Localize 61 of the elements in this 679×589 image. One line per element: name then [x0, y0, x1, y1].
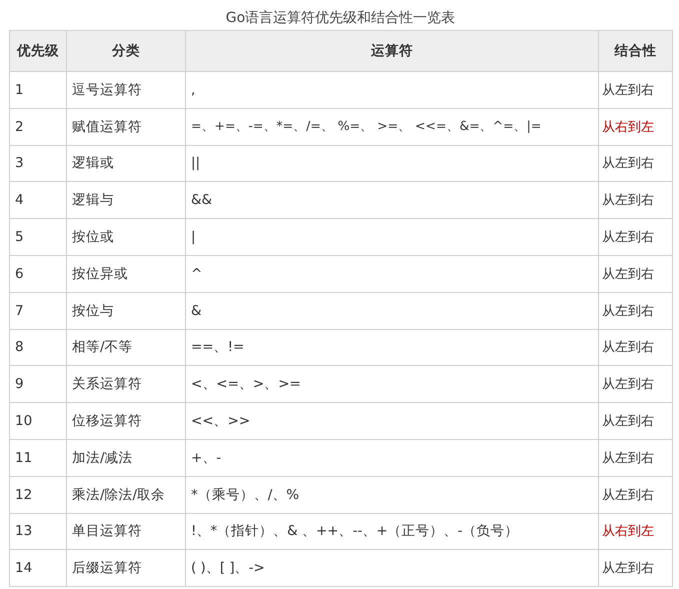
table-cell: 按位或 [66, 218, 186, 256]
column-header: 运算符 [186, 30, 598, 72]
table-cell: 乘法/除法/取余 [66, 476, 186, 514]
table-cell: && [186, 182, 598, 219]
table-cell: ^ [186, 255, 598, 292]
table-cell: ==、!= [186, 329, 598, 366]
table-cell: 位移运算符 [66, 402, 186, 440]
table-cell: 从左到右 [598, 439, 672, 476]
table-cell: , [186, 72, 598, 108]
table-cell: | [186, 218, 598, 256]
table-cell: 按位异或 [66, 255, 186, 292]
table-cell: 3 [10, 145, 66, 182]
table-cell: 从左到右 [598, 182, 672, 219]
table-cell: 从左到右 [598, 255, 672, 292]
table-cell: 逻辑与 [66, 182, 186, 219]
table-cell: 14 [10, 550, 66, 587]
table-cell: =、+=、-=、*=、/=、 %=、 >=、 <<=、&=、^=、|= [186, 108, 598, 146]
column-header: 优先级 [10, 30, 66, 72]
table-cell: 关系运算符 [66, 366, 186, 403]
table-cell: 逗号运算符 [66, 72, 186, 108]
table-cell: 5 [10, 218, 66, 256]
table-cell: 4 [10, 182, 66, 219]
table-cell: 13 [10, 513, 66, 550]
table-cell: +、- [186, 439, 598, 476]
table-cell: 10 [10, 402, 66, 440]
table-cell: 8 [10, 329, 66, 366]
table-cell: 11 [10, 439, 66, 476]
table-cell: 12 [10, 476, 66, 514]
table-cell: 从左到右 [598, 550, 672, 587]
table-cell: 从左到右 [598, 145, 672, 182]
table-cell: *（乘号）、/、% [186, 476, 598, 514]
table-cell: 相等/不等 [66, 329, 186, 366]
table-cell: 加法/减法 [66, 439, 186, 476]
table-cell: 7 [10, 292, 66, 330]
table-cell: 2 [10, 108, 66, 146]
table-cell: 后缀运算符 [66, 550, 186, 587]
table-cell: 从右到左 [598, 513, 672, 550]
table-cell: !、*（指针）、& 、++、--、+（正号）、-（负号） [186, 513, 598, 550]
table-cell: || [186, 145, 598, 182]
table-cell: 9 [10, 366, 66, 403]
table-cell: 从左到右 [598, 476, 672, 514]
table-cell: 从左到右 [598, 366, 672, 403]
table-cell: & [186, 292, 598, 330]
table-cell: <、<=、>、>= [186, 366, 598, 403]
table-cell: 从左到右 [598, 72, 672, 108]
table-title: Go语言运算符优先级和结合性一览表 [224, 9, 456, 28]
table-cell: 单目运算符 [66, 513, 186, 550]
table-cell: 赋值运算符 [66, 108, 186, 146]
table-cell: ( )、[ ]、-> [186, 550, 598, 587]
table-cell: 从左到右 [598, 402, 672, 440]
column-header: 结合性 [598, 30, 672, 72]
table-cell: 从左到右 [598, 218, 672, 256]
table-cell: 1 [10, 72, 66, 108]
table-cell: 6 [10, 255, 66, 292]
table-cell: 按位与 [66, 292, 186, 330]
table-cell: 从右到左 [598, 108, 672, 146]
table-cell: <<、>> [186, 402, 598, 440]
column-header: 分类 [66, 30, 186, 72]
table-cell: 从左到右 [598, 329, 672, 366]
table-cell: 逻辑或 [66, 145, 186, 182]
table-cell: 从左到右 [598, 292, 672, 330]
